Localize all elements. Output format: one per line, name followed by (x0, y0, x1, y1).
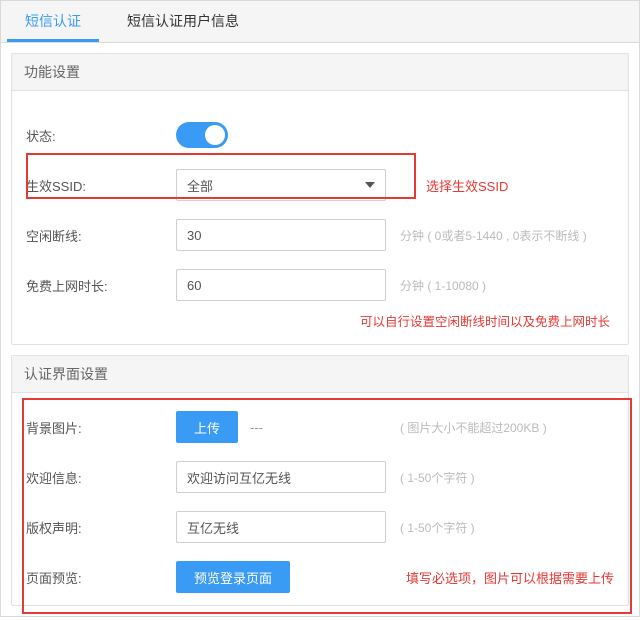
section-title: 认证界面设置 (12, 356, 628, 393)
upload-placeholder: --- (250, 420, 263, 435)
row-idle: 空闲断线: 分钟 ( 0或者5-1440 , 0表示不断线 ) (26, 219, 614, 251)
preview-button[interactable]: 预览登录页面 (176, 561, 290, 593)
row-ssid: 生效SSID: 全部 选择生效SSID (26, 169, 614, 201)
ssid-select[interactable]: 全部 (176, 169, 386, 201)
section-body: 状态: 生效SSID: 全部 选择生效SSID 空闲断线 (12, 91, 628, 344)
welcome-hint: ( 1-50个字符 ) (386, 469, 614, 486)
idle-input[interactable] (176, 219, 386, 251)
row-free-time: 免费上网时长: 分钟 ( 1-10080 ) (26, 269, 614, 301)
idle-label: 空闲断线: (26, 226, 176, 245)
welcome-label: 欢迎信息: (26, 468, 176, 487)
config-page: 短信认证 短信认证用户信息 功能设置 状态: 生效SSID: 全部 (0, 0, 640, 617)
copy-input[interactable] (176, 511, 386, 543)
copy-label: 版权声明: (26, 518, 176, 537)
upload-button[interactable]: 上传 (176, 411, 238, 443)
section1-bottom-note: 可以自行设置空闲断线时间以及免费上网时长 (26, 311, 614, 334)
ssid-label: 生效SSID: (26, 176, 176, 195)
chevron-down-icon (365, 182, 375, 188)
status-toggle[interactable] (176, 122, 228, 148)
row-copyright: 版权声明: ( 1-50个字符 ) (26, 511, 614, 543)
row-bg-image: 背景图片: 上传 --- ( 图片大小不能超过200KB ) (26, 411, 614, 443)
bg-hint: ( 图片大小不能超过200KB ) (386, 419, 614, 436)
status-label: 状态: (26, 126, 176, 145)
free-hint: 分钟 ( 1-10080 ) (386, 277, 614, 294)
tab-bar: 短信认证 短信认证用户信息 (1, 1, 639, 43)
welcome-input[interactable] (176, 461, 386, 493)
section-auth-ui: 认证界面设置 背景图片: 上传 --- ( 图片大小不能超过200KB ) 欢迎… (11, 355, 629, 606)
section-title: 功能设置 (12, 54, 628, 91)
ssid-value: 全部 (187, 176, 213, 195)
toggle-knob (205, 125, 225, 145)
row-preview: 页面预览: 预览登录页面 填写必选项，图片可以根据需要上传 (26, 561, 614, 593)
section-body: 背景图片: 上传 --- ( 图片大小不能超过200KB ) 欢迎信息: ( 1… (12, 393, 628, 605)
free-input[interactable] (176, 269, 386, 301)
ui-row-note: 填写必选项，图片可以根据需要上传 (306, 568, 614, 587)
bg-label: 背景图片: (26, 418, 176, 437)
row-welcome: 欢迎信息: ( 1-50个字符 ) (26, 461, 614, 493)
tab-sms-user-info[interactable]: 短信认证用户信息 (109, 1, 257, 42)
free-label: 免费上网时长: (26, 276, 176, 295)
tab-sms-auth[interactable]: 短信认证 (7, 1, 99, 42)
copy-hint: ( 1-50个字符 ) (386, 519, 614, 536)
idle-hint: 分钟 ( 0或者5-1440 , 0表示不断线 ) (386, 227, 614, 244)
preview-label: 页面预览: (26, 568, 176, 587)
section-function-settings: 功能设置 状态: 生效SSID: 全部 选择生 (11, 53, 629, 345)
ssid-note: 选择生效SSID (386, 176, 614, 195)
row-status: 状态: (26, 119, 614, 151)
